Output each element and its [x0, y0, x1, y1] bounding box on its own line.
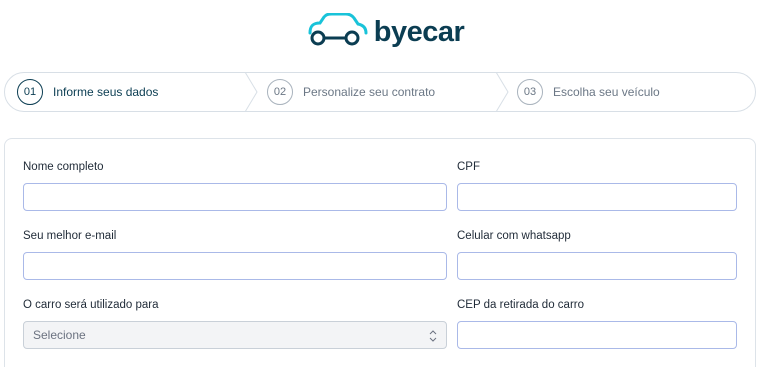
step-label: Personalize seu contrato	[303, 85, 436, 99]
cpf-label: CPF	[457, 161, 480, 173]
cpf-input[interactable]	[457, 183, 737, 211]
brand-name: byecar	[373, 15, 465, 48]
usage-selected-value: Selecione	[33, 328, 86, 342]
cep-input[interactable]	[457, 321, 737, 349]
car-outline-icon	[304, 12, 368, 52]
step-number: 02	[267, 79, 293, 105]
full-name-label: Nome completo	[23, 161, 104, 173]
step-1[interactable]: 01 Informe seus dados	[17, 73, 158, 111]
phone-label: Celular com whatsapp	[457, 230, 571, 242]
email-label: Seu melhor e-mail	[23, 230, 117, 242]
form-card: Nome completo CPF Seu melhor e-mail Celu…	[4, 138, 756, 367]
step-label: Informe seus dados	[53, 85, 159, 99]
step-3[interactable]: 03 Escolha seu veículo	[517, 73, 660, 111]
step-separator-icon	[495, 72, 509, 112]
step-number: 01	[17, 79, 43, 105]
cep-label: CEP da retirada do carro	[457, 299, 584, 311]
select-updown-icon	[429, 330, 437, 342]
phone-input[interactable]	[457, 252, 737, 280]
step-separator-icon	[244, 72, 258, 112]
usage-select[interactable]: Selecione	[23, 321, 447, 349]
progress-stepper: 01 Informe seus dados 02 Personalize seu…	[4, 72, 756, 112]
email-input[interactable]	[23, 252, 447, 280]
step-label: Escolha seu veículo	[553, 85, 660, 99]
brand-logo: byecar	[0, 10, 768, 54]
usage-label: O carro será utilizado para	[23, 299, 159, 311]
step-2[interactable]: 02 Personalize seu contrato	[267, 73, 435, 111]
full-name-input[interactable]	[23, 183, 447, 211]
step-number: 03	[517, 79, 543, 105]
